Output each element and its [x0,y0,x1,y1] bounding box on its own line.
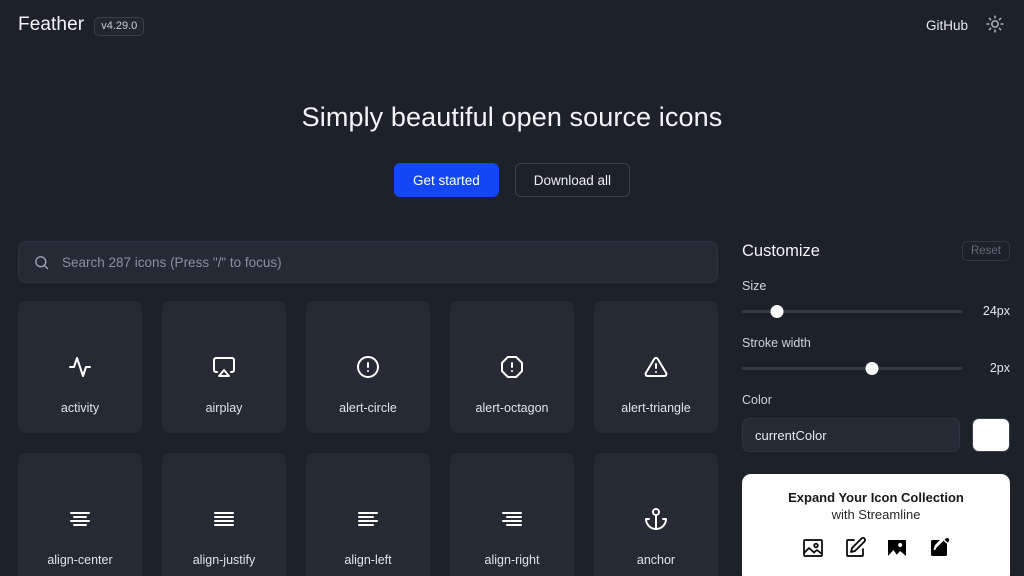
slider-track [742,366,962,370]
size-slider-row: 24px [742,304,1010,318]
color-label: Color [742,393,772,407]
color-row [742,418,1010,452]
icon-label: alert-circle [339,401,397,415]
promo-icons [756,536,996,565]
stroke-width-slider[interactable] [742,361,962,375]
icon-card-activity[interactable]: activity [18,301,142,433]
size-label: Size [742,279,767,293]
activity-icon [68,347,92,387]
customize-title: Customize [742,241,820,260]
align-center-icon [68,499,92,539]
get-started-button[interactable]: Get started [393,163,499,197]
color-swatch[interactable] [972,418,1010,452]
search-icon [33,254,50,271]
version-badge: v4.29.0 [94,16,145,36]
sun-icon [986,14,1004,36]
hero-section: Simply beautiful open source icons Get s… [0,50,1024,197]
alert-triangle-icon [644,347,668,387]
anchor-icon [644,499,668,539]
main-content: activity airplay [0,241,1024,576]
theme-toggle-button[interactable] [984,14,1006,36]
page-title: Simply beautiful open source icons [301,102,723,132]
icon-label: alert-octagon [475,401,549,415]
icon-label: align-justify [192,553,256,567]
stroke-slider-row: 2px [742,361,1010,375]
size-slider[interactable] [742,304,962,318]
image-filled-icon [885,536,909,565]
icon-label: airplay [205,401,243,415]
alert-octagon-icon [500,347,524,387]
color-field: Color [742,393,1010,452]
header-actions: GitHub [926,14,1006,36]
streamline-promo-card[interactable]: Expand Your Icon Collection with Streaml… [742,474,1010,576]
brand-name: Feather [18,13,85,35]
edit-square-filled-icon [927,536,951,565]
icon-label: align-right [484,553,540,567]
icon-card-alert-octagon[interactable]: alert-octagon [450,301,574,433]
icon-card-align-right[interactable]: align-right [450,453,574,576]
color-input[interactable] [742,418,960,452]
size-value: 24px [982,304,1010,318]
site-header: Feather v4.29.0 GitHub [0,0,1024,50]
icon-grid: activity airplay alert-circle alert-octa… [18,301,718,576]
stroke-width-field: Stroke width 2px [742,336,1010,375]
icon-label: anchor [636,553,676,567]
brand: Feather v4.29.0 [18,13,145,37]
reset-button[interactable]: Reset [961,241,1010,261]
icon-card-alert-triangle[interactable]: alert-triangle [594,301,718,433]
icons-column: activity airplay [18,241,718,576]
image-outline-icon [801,536,825,565]
app-root: Feather v4.29.0 GitHub Simply beautiful … [0,0,1024,576]
edit-square-outline-icon [843,536,867,565]
icon-label: activity [60,401,100,415]
stroke-width-label: Stroke width [742,336,811,350]
slider-thumb[interactable] [770,304,784,318]
icon-card-airplay[interactable]: airplay [162,301,286,433]
search-bar[interactable] [18,241,718,283]
align-right-icon [500,499,524,539]
customize-header: Customize Reset [742,241,1010,261]
customize-panel: Customize Reset Size 24px Stroke width 2… [742,241,1010,576]
icon-card-align-center[interactable]: align-center [18,453,142,576]
size-field: Size 24px [742,279,1010,318]
icon-card-align-left[interactable]: align-left [306,453,430,576]
icon-card-anchor[interactable]: anchor [594,453,718,576]
stroke-width-value: 2px [989,361,1010,375]
icon-label: align-center [47,553,113,567]
slider-thumb[interactable] [865,361,879,375]
icon-label: align-left [344,553,392,567]
icon-card-align-justify[interactable]: align-justify [162,453,286,576]
hero-actions: Get started Download all [0,163,1024,197]
alert-circle-icon [356,347,380,387]
icon-card-alert-circle[interactable]: alert-circle [306,301,430,433]
align-left-icon [356,499,380,539]
promo-subtitle: with Streamline [831,507,921,522]
align-justify-icon [212,499,236,539]
icon-label: alert-triangle [621,401,691,415]
search-input[interactable] [62,254,703,270]
airplay-icon [212,347,236,387]
promo-title: Expand Your Icon Collection [788,490,964,505]
download-all-button[interactable]: Download all [514,163,631,197]
github-link[interactable]: GitHub [926,18,968,33]
